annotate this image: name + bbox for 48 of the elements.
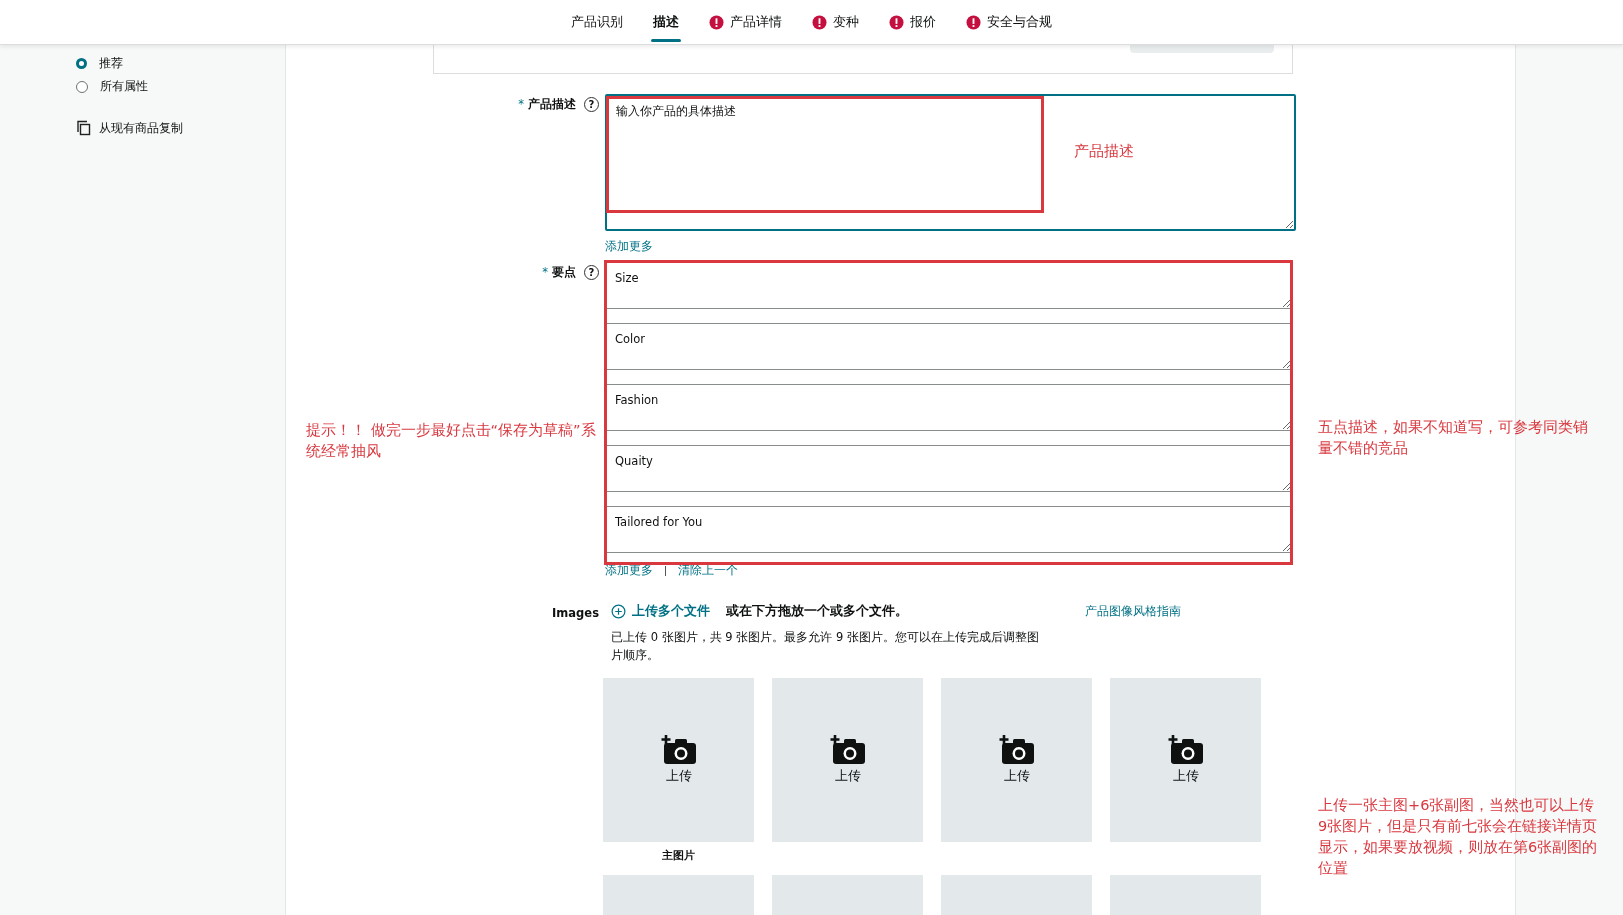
camera-icon	[998, 735, 1035, 765]
section-tab[interactable]: 安全与合规	[964, 6, 1054, 38]
slot-caption: 主图片	[662, 848, 695, 863]
field-label: 要点	[552, 265, 576, 280]
view-option[interactable]: 推荐	[76, 52, 285, 75]
section-tab[interactable]: 产品识别	[569, 6, 625, 38]
error-icon	[709, 14, 724, 30]
field-label: Images	[552, 606, 599, 620]
bullet-field[interactable]: Color	[605, 323, 1292, 370]
bullet-field[interactable]: Quaity	[605, 445, 1292, 492]
image-upload-slot[interactable]: 上传	[772, 678, 923, 842]
copy-link[interactable]: 从现有商品复制	[99, 120, 183, 136]
annotation-note: 产品描述	[1074, 142, 1134, 161]
annotation-note: 提示！！ 做完一步最好点击“保存为草稿”系统经常抽风	[306, 421, 597, 461]
error-icon	[966, 14, 981, 30]
remove-last-link[interactable]: 清除上一个	[678, 563, 738, 578]
drop-hint: 或在下方拖放一个或多个文件。	[726, 603, 908, 620]
error-icon	[812, 14, 827, 30]
annotation-note: 五点描述，如果不知道写，可参考同类销量不错的竞品	[1318, 418, 1589, 458]
bullet-field[interactable]: Tailored for You	[605, 506, 1292, 553]
option-label: 所有属性	[100, 79, 148, 94]
section-tab[interactable]: 报价	[887, 6, 938, 38]
section-tab[interactable]: 产品详情	[707, 6, 784, 38]
section-tab[interactable]: 变种	[810, 6, 861, 38]
required-mark: *	[542, 265, 548, 279]
annotation-note: 上传一张主图+6张副图，当然也可以上传9张图片，但是只有前七张会在链接详情页显示，如果要放视频，则放在第6张副图的位置	[1318, 796, 1599, 878]
generate-button[interactable]	[1130, 45, 1274, 53]
view-option[interactable]: 所有属性	[76, 75, 285, 98]
error-icon	[889, 14, 904, 30]
upload-info: 已上传 0 张图片，共 9 张图片。最多允许 9 张图片。您可以在上传完成后调整图片顺序。	[611, 629, 1040, 664]
camera-icon	[660, 735, 697, 765]
field-label: 产品描述	[528, 97, 576, 112]
camera-icon	[1167, 735, 1204, 765]
image-upload-slot[interactable]: 上传	[941, 678, 1092, 842]
camera-icon	[829, 735, 866, 765]
required-mark: *	[518, 97, 524, 111]
radio-button[interactable]	[76, 58, 87, 69]
style-guide-link[interactable]: 产品图像风格指南	[1085, 604, 1181, 619]
image-upload-slot[interactable]: 上传	[1110, 678, 1261, 842]
image-upload-slot[interactable]: 上传	[603, 678, 754, 842]
add-more-link[interactable]: 添加更多	[605, 239, 653, 254]
add-icon	[611, 604, 626, 619]
upload-link[interactable]: 上传多个文件	[632, 603, 710, 620]
option-label: 推荐	[99, 56, 123, 71]
radio-button[interactable]	[76, 80, 88, 93]
add-more-link[interactable]: 添加更多	[605, 563, 653, 578]
copy-icon	[76, 120, 92, 136]
bullet-field[interactable]: Fashion	[605, 384, 1292, 431]
